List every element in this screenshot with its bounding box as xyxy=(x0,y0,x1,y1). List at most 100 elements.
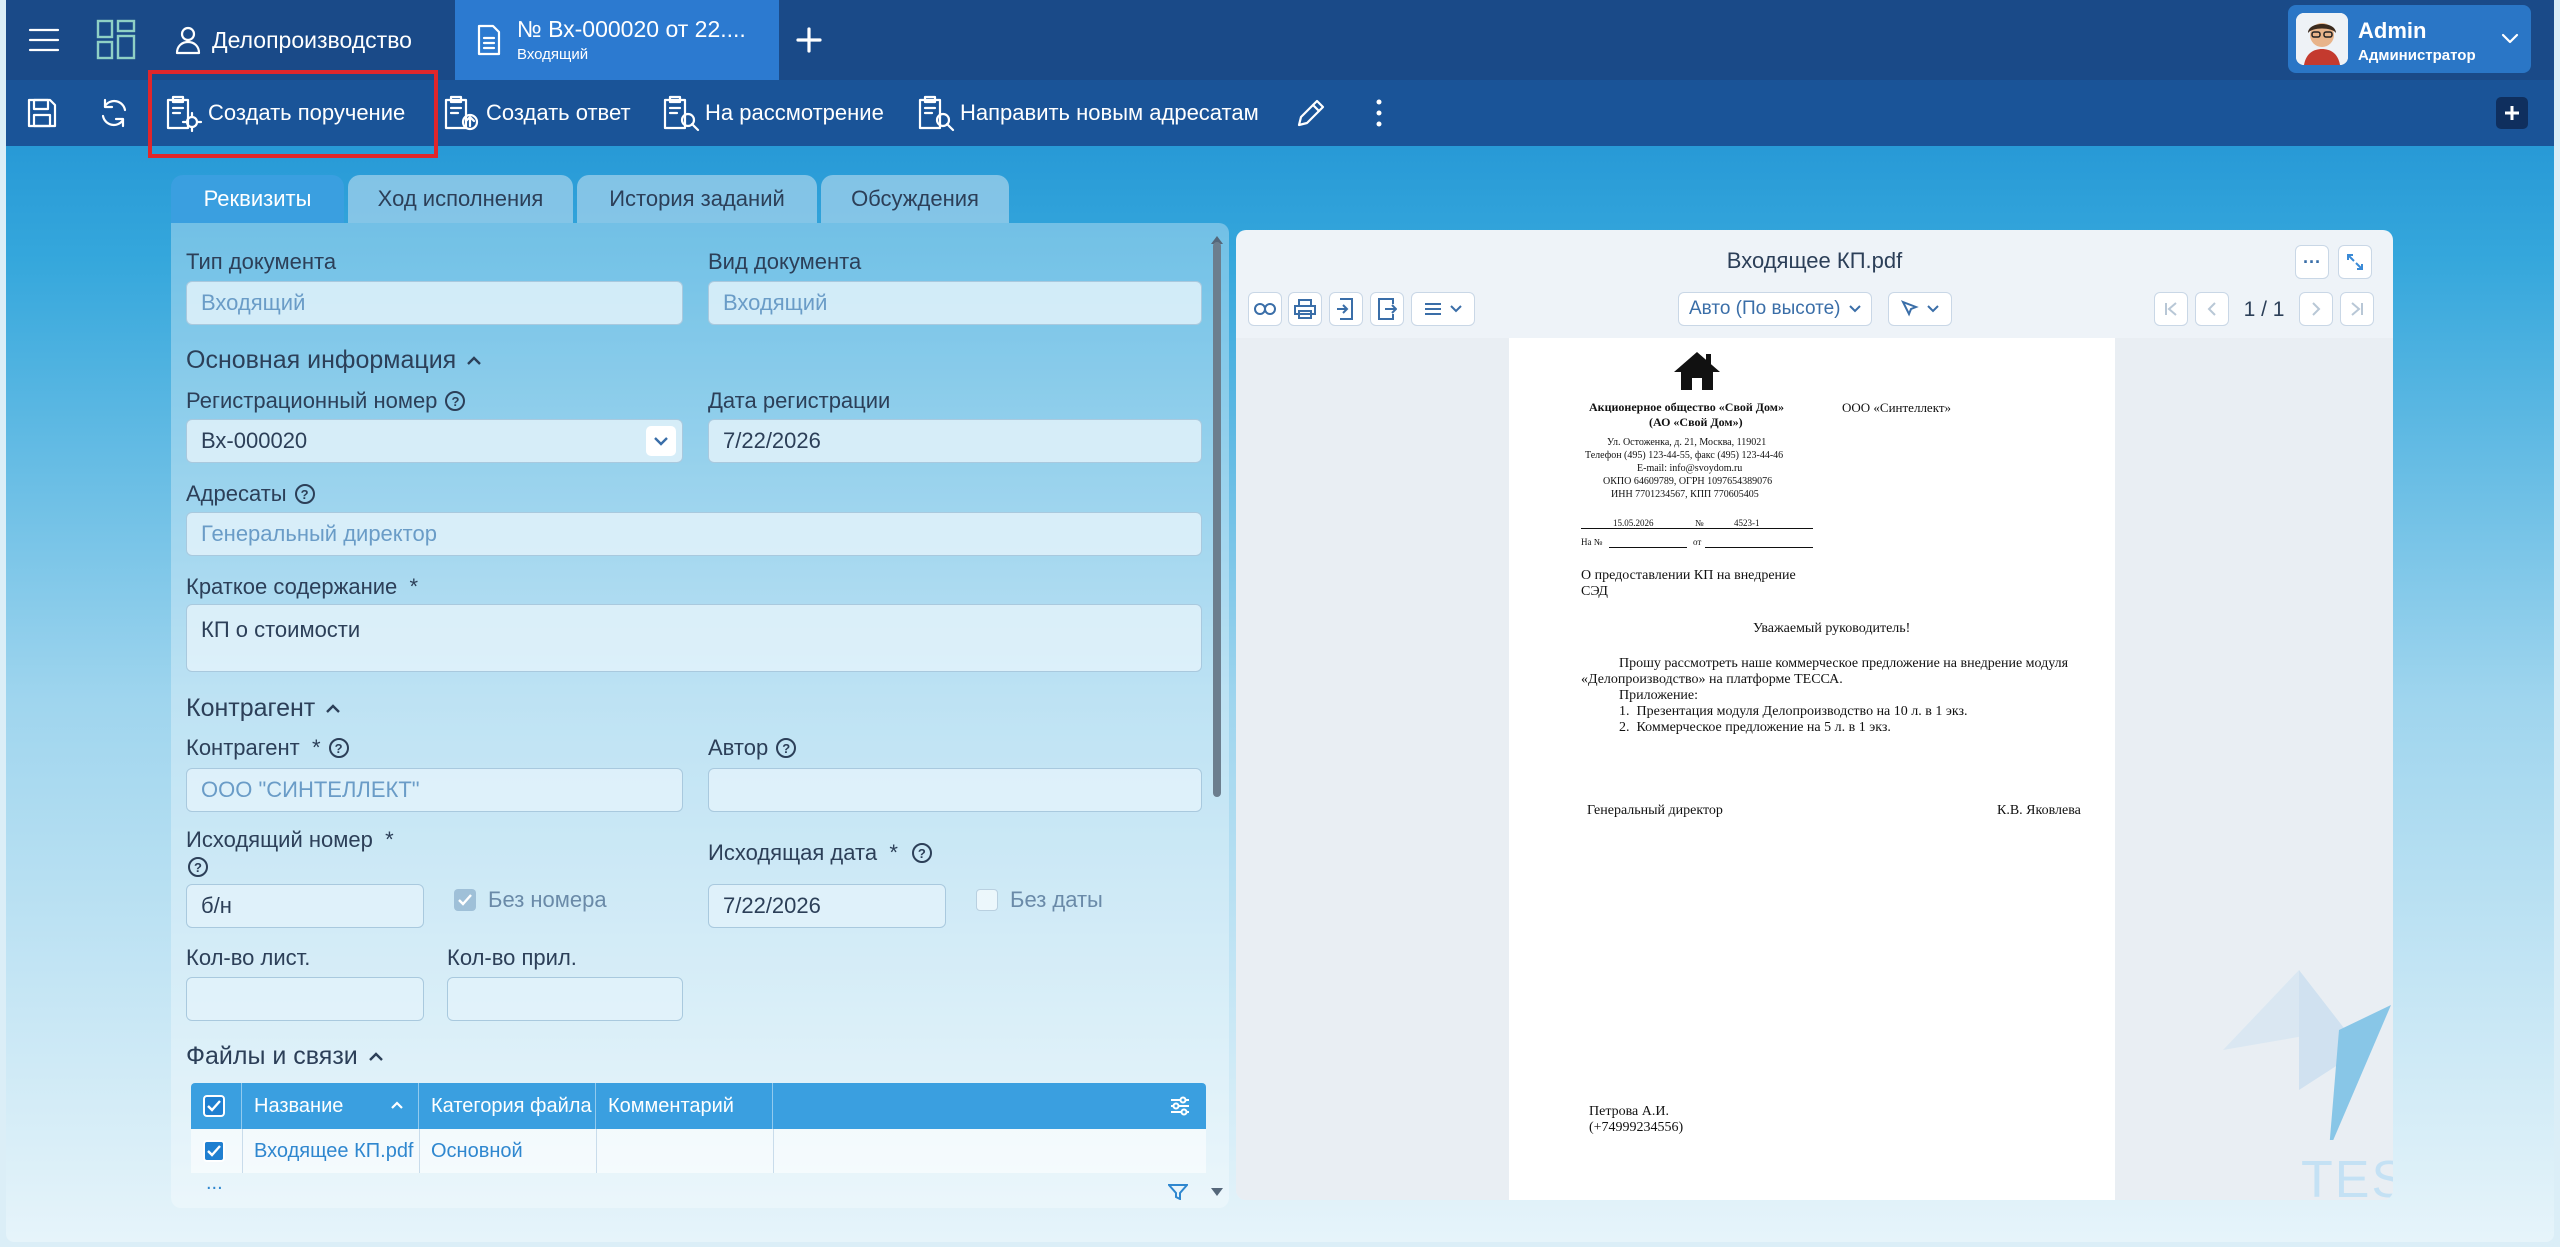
reg-number-label-text: Регистрационный номер xyxy=(186,388,438,413)
summary-value: КП о стоимости xyxy=(201,617,361,642)
view-mode-dropdown[interactable] xyxy=(1411,292,1475,326)
scale-dropdown[interactable]: Авто (По высоте) xyxy=(1678,292,1872,326)
counterparty-label: Контрагент *? xyxy=(186,735,349,761)
summary-label-text: Краткое содержание xyxy=(186,574,398,599)
addressees-field[interactable]: Генеральный директор xyxy=(186,512,1202,556)
preview-title: Входящее КП.pdf xyxy=(1726,248,1903,273)
help-icon[interactable]: ? xyxy=(776,738,797,758)
required-mark: * xyxy=(385,827,394,852)
export-button[interactable] xyxy=(1370,292,1404,326)
column-settings-icon[interactable] xyxy=(1169,1095,1191,1122)
tab-discussions[interactable]: Обсуждения xyxy=(821,175,1009,223)
help-icon[interactable]: ? xyxy=(328,738,349,758)
list-icon xyxy=(1425,303,1441,315)
no-date-label: Без даты xyxy=(1010,887,1103,912)
out-date-label: Исходящая дата *? xyxy=(708,840,932,866)
counterparty-section-header[interactable]: Контрагент xyxy=(186,694,341,723)
last-page-icon xyxy=(2351,302,2363,316)
reg-date-field[interactable]: 7/22/2026 xyxy=(708,419,1202,463)
edit-button[interactable] xyxy=(1294,80,1328,146)
create-reply-label: Создать ответ xyxy=(486,100,631,125)
create-reply-button[interactable]: Создать ответ xyxy=(442,80,631,146)
out-date-field[interactable]: 7/22/2026 xyxy=(708,884,946,928)
app-title-tab[interactable]: Делопроизводство xyxy=(174,0,412,80)
form-scrollbar[interactable] xyxy=(1213,242,1221,797)
plus-icon xyxy=(2505,106,2519,120)
column-comment[interactable]: Комментарий xyxy=(596,1083,773,1129)
select-all-cell[interactable] xyxy=(191,1083,242,1129)
add-panel-button[interactable] xyxy=(2496,97,2528,129)
help-icon[interactable]: ? xyxy=(911,843,932,863)
help-icon[interactable]: ? xyxy=(188,857,208,877)
row-file-name[interactable]: Входящее КП.pdf xyxy=(254,1140,414,1163)
to-review-button[interactable]: На рассмотрение xyxy=(661,80,884,146)
fullscreen-button[interactable] xyxy=(2338,245,2372,279)
reg-number-field[interactable]: Вх-000020 xyxy=(186,419,683,463)
first-page-button[interactable] xyxy=(2154,292,2188,326)
next-page-button[interactable] xyxy=(2299,292,2333,326)
out-number-field[interactable]: б/н xyxy=(186,884,424,928)
column-name[interactable]: Название xyxy=(242,1083,419,1129)
reg-number-dropdown-button[interactable] xyxy=(646,426,676,456)
row-file-category: Основной xyxy=(431,1140,523,1162)
counterparty-field[interactable]: ООО "СИНТЕЛЛЕКТ" xyxy=(186,768,683,812)
files-section-header[interactable]: Файлы и связи xyxy=(186,1042,384,1071)
main-info-section-header[interactable]: Основная информация xyxy=(186,346,482,375)
create-task-label: Создать поручение xyxy=(208,100,406,125)
workplaces-icon[interactable] xyxy=(96,18,136,62)
table-more[interactable]: ... xyxy=(206,1173,223,1193)
doc-kind-label: Вид документа xyxy=(708,249,862,274)
pdf-address-5: ИНН 7701234567, КПП 770605405 xyxy=(1611,489,1759,500)
tab-requisites[interactable]: Реквизиты xyxy=(171,175,344,223)
table-row[interactable]: Входящее КП.pdf Основной xyxy=(191,1129,1206,1173)
save-button[interactable] xyxy=(26,80,58,146)
link-button[interactable] xyxy=(1248,292,1282,326)
no-number-checkbox[interactable]: Без номера xyxy=(454,887,607,913)
tab-task-history[interactable]: История заданий xyxy=(577,175,817,223)
tab-progress[interactable]: Ход исполнения xyxy=(348,175,573,223)
document-tab[interactable]: № Вх-000020 от 22.... Входящий xyxy=(455,0,779,80)
print-button[interactable] xyxy=(1288,292,1322,326)
send-new-button[interactable]: Направить новым адресатам xyxy=(916,80,1259,146)
avatar xyxy=(2296,13,2348,65)
preview-more-button[interactable]: ··· xyxy=(2295,245,2329,279)
doc-type-label: Тип документа xyxy=(186,249,337,274)
author-label-text: Автор xyxy=(708,735,769,760)
new-tab-button[interactable] xyxy=(793,24,825,56)
no-date-checkbox[interactable]: Без даты xyxy=(976,887,1103,913)
divider xyxy=(419,1129,420,1173)
user-menu[interactable]: Admin Администратор xyxy=(2288,5,2531,73)
sheets-field[interactable] xyxy=(186,977,424,1021)
fit-page-button[interactable] xyxy=(1329,292,1363,326)
author-label: Автор? xyxy=(708,735,797,761)
pdf-signer-title: Генеральный директор xyxy=(1587,803,1723,818)
pdf-address-4: ОКПО 64609789, ОГРН 1097654389076 xyxy=(1603,476,1773,487)
create-task-button[interactable]: Создать поручение xyxy=(164,80,405,146)
pdf-greeting: Уважаемый руководитель! xyxy=(1753,621,1911,636)
more-actions-button[interactable] xyxy=(1374,80,1384,146)
pdf-org-name-2: (АО «Свой Дом») xyxy=(1649,415,1743,429)
divider xyxy=(242,1129,243,1173)
doc-kind-field[interactable]: Входящий xyxy=(708,281,1202,325)
required-mark: * xyxy=(409,574,419,599)
out-number-label: Исходящий номер * xyxy=(186,827,394,853)
row-select-cell[interactable] xyxy=(203,1140,225,1162)
summary-field[interactable]: КП о стоимости xyxy=(186,604,1202,672)
help-icon[interactable]: ? xyxy=(445,391,466,411)
attachments-field[interactable] xyxy=(447,977,683,1021)
prev-page-button[interactable] xyxy=(2195,292,2229,326)
author-field[interactable] xyxy=(708,768,1202,812)
menu-icon[interactable] xyxy=(28,24,60,56)
refresh-button[interactable] xyxy=(98,80,130,146)
doc-type-field[interactable]: Входящий xyxy=(186,281,683,325)
pdf-signer-name: К.В. Яковлева xyxy=(1997,803,2081,818)
tessa-bird-logo xyxy=(2223,970,2391,1140)
filter-icon[interactable] xyxy=(1166,1184,1190,1205)
more-vertical-icon xyxy=(1376,99,1382,127)
cursor-tool-dropdown[interactable] xyxy=(1888,292,1952,326)
column-category[interactable]: Категория файла xyxy=(419,1083,596,1129)
document-tab-subtitle: Входящий xyxy=(517,46,589,63)
last-page-button[interactable] xyxy=(2340,292,2374,326)
help-icon[interactable]: ? xyxy=(294,484,315,504)
form-scroll-down[interactable] xyxy=(1211,1188,1223,1196)
